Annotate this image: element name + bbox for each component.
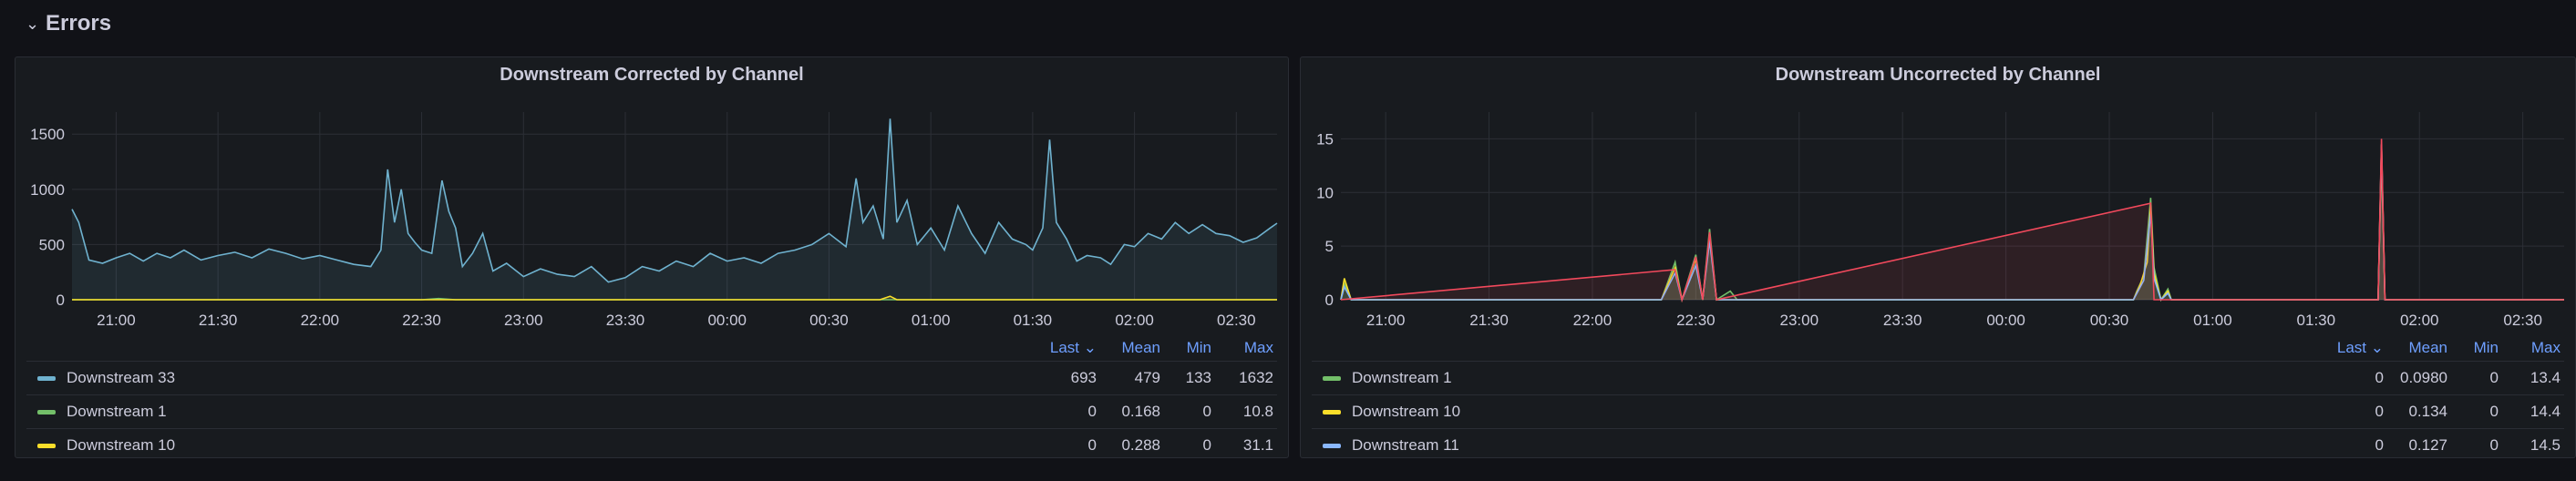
y-tick-label: 500 xyxy=(39,236,65,253)
series-color-swatch[interactable] xyxy=(1323,375,1341,381)
series-line xyxy=(71,118,1278,283)
x-tick-label: 21:30 xyxy=(199,312,238,329)
series-mean: 0.134 xyxy=(2408,403,2447,420)
line-chart-uncorrected: 0 5 10 15 21:00 21:30 22:00 22:30 23:00 23:30 00:0… xyxy=(1316,112,2564,329)
series-min: 133 xyxy=(1185,369,1211,386)
x-tick-label: 01:00 xyxy=(2193,312,2232,329)
x-tick-label: 02:30 xyxy=(1217,312,1256,329)
series-last: 693 xyxy=(1070,369,1097,386)
series-max: 31.1 xyxy=(1242,436,1273,454)
legend-col-mean[interactable]: Mean xyxy=(1097,339,1160,357)
y-tick-label: 15 xyxy=(1316,130,1334,148)
legend-col-max[interactable]: Max xyxy=(2499,339,2564,357)
x-tick-label: 23:00 xyxy=(1780,312,1819,329)
x-tick-label: 01:30 xyxy=(1014,312,1053,329)
series-color-swatch[interactable] xyxy=(37,375,56,381)
x-tick-label: 00:00 xyxy=(1986,312,2025,329)
legend-row[interactable]: Downstream 10 0 0.134 0 14.4 xyxy=(1312,395,2564,429)
x-tick-label: 02:00 xyxy=(2400,312,2439,329)
x-tick-label: 23:30 xyxy=(606,312,645,329)
x-tick-label: 01:30 xyxy=(2297,312,2336,329)
series-name[interactable]: Downstream 1 xyxy=(1352,369,2320,387)
x-tick-label: 21:00 xyxy=(1366,312,1406,329)
legend-col-min[interactable]: Min xyxy=(2447,339,2499,357)
series-name[interactable]: Downstream 1 xyxy=(67,403,1033,421)
x-tick-label: 22:30 xyxy=(1676,312,1716,329)
series-min: 0 xyxy=(2489,436,2499,454)
panel-title[interactable]: Downstream Corrected by Channel xyxy=(15,65,1288,86)
x-tick-label: 22:00 xyxy=(1573,312,1613,329)
series-mean: 0.288 xyxy=(1121,436,1160,454)
x-tick-label: 21:00 xyxy=(97,312,136,329)
series-mean: 0.168 xyxy=(1121,403,1160,420)
series-name[interactable]: Downstream 10 xyxy=(67,436,1033,455)
x-tick-label: 21:30 xyxy=(1469,312,1509,329)
x-tick-label: 00:30 xyxy=(809,312,849,329)
x-tick-label: 22:30 xyxy=(402,312,441,329)
series-last: 0 xyxy=(2375,369,2384,386)
legend-sort-last[interactable]: Last ⌄ xyxy=(1033,339,1097,357)
series-last: 0 xyxy=(2375,403,2384,420)
series-min: 0 xyxy=(2489,403,2499,420)
series-name[interactable]: Downstream 11 xyxy=(1352,436,2320,455)
line-chart-corrected: 0 500 1000 1500 21:00 21:30 22:00 22:30 23:00 23:… xyxy=(30,112,1278,329)
series-min: 0 xyxy=(2489,369,2499,386)
legend-row[interactable]: Downstream 1 0 0.0980 0 13.4 xyxy=(1312,362,2564,395)
y-tick-label: 1000 xyxy=(30,181,65,199)
series-color-swatch[interactable] xyxy=(1323,443,1341,448)
legend-table: Last ⌄ Mean Min Max Downstream 1 0 0.098… xyxy=(1312,335,2564,457)
y-tick-label: 1500 xyxy=(30,126,65,143)
legend-row[interactable]: Downstream 11 0 0.127 0 14.5 xyxy=(1312,429,2564,457)
series-name[interactable]: Downstream 33 xyxy=(67,369,1033,387)
x-tick-label: 23:00 xyxy=(504,312,543,329)
series-mean: 0.127 xyxy=(2408,436,2447,454)
x-tick-label: 22:00 xyxy=(301,312,340,329)
series-last: 0 xyxy=(2375,436,2384,454)
x-tick-label: 02:00 xyxy=(1115,312,1154,329)
x-tick-label: 00:30 xyxy=(2090,312,2129,329)
series-color-swatch[interactable] xyxy=(37,443,56,448)
legend-header: Last ⌄ Mean Min Max xyxy=(26,335,1277,362)
series-area xyxy=(72,118,1277,300)
chevron-down-icon: ⌄ xyxy=(26,14,40,33)
y-tick-label: 0 xyxy=(57,292,65,309)
legend-row[interactable]: Downstream 33 693 479 133 1632 xyxy=(26,362,1277,395)
series-max: 14.4 xyxy=(2530,403,2561,420)
series-mean: 0.0980 xyxy=(2400,369,2447,386)
x-tick-label: 23:30 xyxy=(1883,312,1922,329)
series-max: 14.5 xyxy=(2530,436,2561,454)
legend-row[interactable]: Downstream 1 0 0.168 0 10.8 xyxy=(26,395,1277,429)
series-max: 13.4 xyxy=(2530,369,2561,386)
legend-row[interactable]: Downstream 10 0 0.288 0 31.1 xyxy=(26,429,1277,457)
series-last: 0 xyxy=(1087,436,1097,454)
series-color-swatch[interactable] xyxy=(1323,409,1341,414)
panel-downstream-uncorrected[interactable]: Downstream Uncorrected by Channel 0 5 10 15… xyxy=(1300,56,2576,458)
legend-header: Last ⌄ Mean Min Max xyxy=(1312,335,2564,362)
legend-col-max[interactable]: Max xyxy=(1211,339,1277,357)
row-collapse-toggle[interactable]: ⌄ Errors xyxy=(26,7,111,40)
series-min: 0 xyxy=(1202,436,1211,454)
legend-sort-last[interactable]: Last ⌄ xyxy=(2320,339,2384,357)
legend-col-min[interactable]: Min xyxy=(1160,339,1211,357)
x-tick-label: 02:30 xyxy=(2503,312,2542,329)
series-min: 0 xyxy=(1202,403,1211,420)
series-mean: 479 xyxy=(1134,369,1160,386)
series-color-swatch[interactable] xyxy=(37,409,56,414)
x-tick-label: 00:00 xyxy=(707,312,747,329)
y-tick-label: 5 xyxy=(1325,238,1334,255)
y-tick-label: 0 xyxy=(1325,292,1334,309)
legend-col-mean[interactable]: Mean xyxy=(2384,339,2447,357)
legend-table: Last ⌄ Mean Min Max Downstream 33 693 47… xyxy=(26,335,1277,457)
series-max: 1632 xyxy=(1239,369,1273,386)
x-tick-label: 01:00 xyxy=(912,312,951,329)
row-title: Errors xyxy=(46,11,112,36)
panel-title[interactable]: Downstream Uncorrected by Channel xyxy=(1301,65,2575,86)
series-name[interactable]: Downstream 10 xyxy=(1352,403,2320,421)
series-last: 0 xyxy=(1087,403,1097,420)
series-max: 10.8 xyxy=(1242,403,1273,420)
panel-downstream-corrected[interactable]: Downstream Corrected by Channel 0 500 1000… xyxy=(15,56,1289,458)
y-tick-label: 10 xyxy=(1316,184,1334,201)
